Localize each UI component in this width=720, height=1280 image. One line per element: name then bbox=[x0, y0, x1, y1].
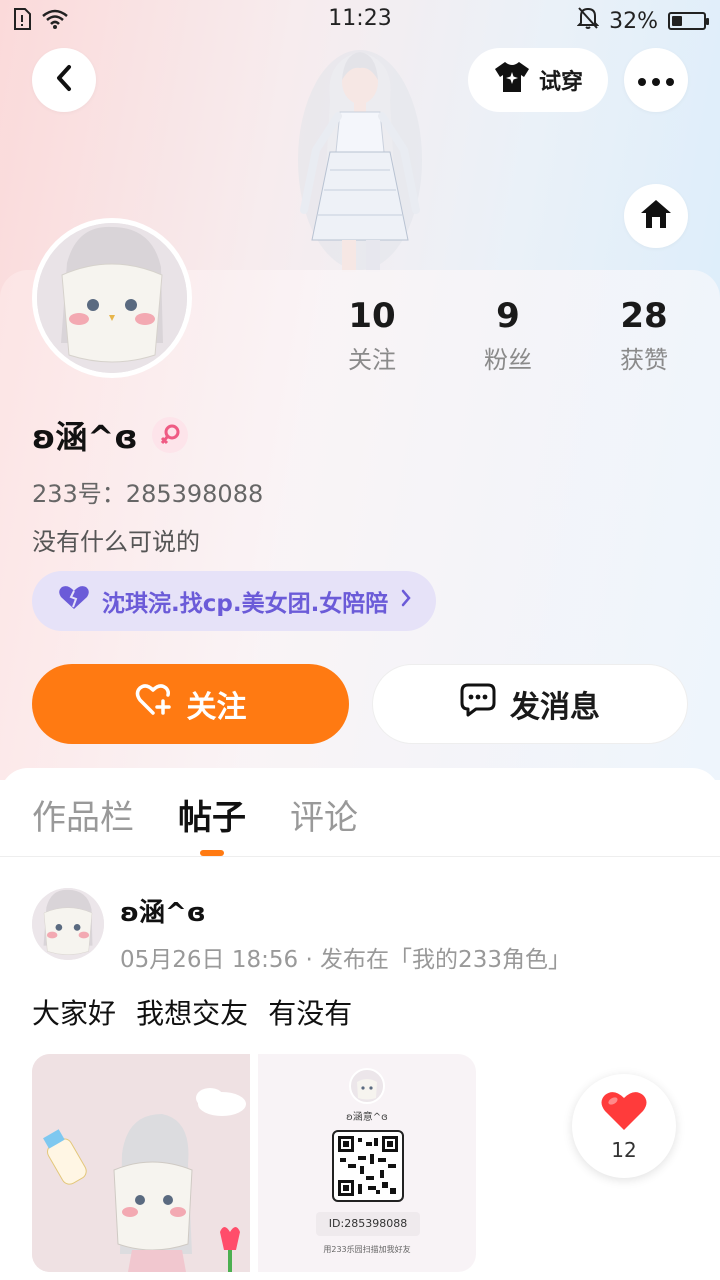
mute-bell-icon bbox=[576, 6, 600, 36]
qr-code bbox=[332, 1130, 404, 1202]
home-icon bbox=[639, 198, 673, 234]
profile-stats: 10 关注 9 粉丝 28 获赞 bbox=[304, 294, 712, 375]
post-image-character[interactable] bbox=[32, 1054, 250, 1272]
stat-label: 关注 bbox=[348, 346, 396, 374]
avatar-figure[interactable] bbox=[290, 40, 430, 272]
qr-card-id: ID:285398088 bbox=[316, 1212, 420, 1236]
heart-group-icon bbox=[58, 585, 90, 617]
chevron-left-icon bbox=[54, 64, 74, 96]
follow-label: 关注 bbox=[186, 690, 247, 725]
tab-bar: 作品栏 帖子 评论 bbox=[32, 790, 358, 856]
message-button[interactable]: 发消息 bbox=[372, 664, 688, 744]
user-bio: 没有什么可说的 bbox=[32, 528, 200, 556]
stat-value: 9 bbox=[496, 296, 520, 336]
user-name: ʚ涵^ɞ bbox=[32, 418, 138, 456]
try-on-label: 试穿 bbox=[538, 70, 583, 95]
like-count: 12 bbox=[611, 1138, 637, 1162]
post-author-avatar[interactable] bbox=[32, 888, 104, 960]
divider bbox=[0, 856, 720, 857]
qr-card-name: ʚ涵意^ɞ bbox=[346, 1112, 388, 1123]
try-on-button[interactable]: 试穿 bbox=[468, 48, 608, 112]
name-row: ʚ涵^ɞ bbox=[32, 412, 188, 458]
follow-button[interactable]: 关注 bbox=[32, 664, 349, 744]
message-label: 发消息 bbox=[510, 690, 600, 725]
qr-card-avatar bbox=[258, 1068, 476, 1104]
like-button[interactable]: 12 bbox=[572, 1074, 676, 1178]
chevron-right-icon bbox=[400, 588, 412, 614]
heart-icon bbox=[600, 1090, 648, 1136]
tab-label: 帖子 bbox=[178, 798, 246, 838]
stat-value: 28 bbox=[620, 296, 668, 336]
avatar[interactable] bbox=[32, 218, 192, 378]
battery-percent: 32% bbox=[609, 8, 658, 34]
more-dots-icon bbox=[638, 71, 674, 90]
post-text: 大家好 我想交友 有没有 bbox=[32, 997, 353, 1030]
tab-comments[interactable]: 评论 bbox=[290, 790, 358, 856]
battery-icon bbox=[668, 12, 709, 30]
home-button[interactable] bbox=[624, 184, 688, 248]
post-image-qr-card[interactable]: ʚ涵意^ɞ ID:285398088 用233乐园扫描加我好友 bbox=[250, 1054, 476, 1272]
chat-bubble-icon bbox=[460, 683, 496, 725]
status-bar: 11:23 32% bbox=[0, 0, 720, 40]
content-panel: 作品栏 帖子 评论 ʚ涵^ɞ 05月26日 18:56 · 发布在「我的233角… bbox=[0, 768, 720, 1280]
stat-following[interactable]: 10 关注 bbox=[304, 294, 440, 375]
qr-card-hint: 用233乐园扫描加我好友 bbox=[323, 1245, 411, 1254]
tab-label: 作品栏 bbox=[32, 798, 134, 838]
stat-followers[interactable]: 9 粉丝 bbox=[440, 294, 576, 375]
stat-label: 获赞 bbox=[620, 346, 668, 374]
post-images[interactable]: ʚ涵意^ɞ ID:285398088 用233乐园扫描加我好友 bbox=[32, 1054, 476, 1272]
heart-plus-icon bbox=[135, 683, 173, 725]
tshirt-icon bbox=[493, 60, 531, 100]
stat-label: 粉丝 bbox=[484, 346, 532, 374]
stat-value: 10 bbox=[348, 296, 396, 336]
tab-posts[interactable]: 帖子 bbox=[178, 790, 246, 856]
more-button[interactable] bbox=[624, 48, 688, 112]
user-id: 233号：285398088 bbox=[32, 480, 264, 508]
female-icon bbox=[151, 417, 188, 453]
post-meta: 05月26日 18:56 · 发布在「我的233角色」 bbox=[120, 947, 571, 973]
stat-likes[interactable]: 28 获赞 bbox=[576, 294, 712, 375]
tab-label: 评论 bbox=[290, 798, 358, 838]
group-label: 沈琪浣.找cp.美女团.女陪陪 bbox=[102, 591, 389, 617]
post-author-name[interactable]: ʚ涵^ɞ bbox=[120, 892, 206, 929]
back-button[interactable] bbox=[32, 48, 96, 112]
tab-works[interactable]: 作品栏 bbox=[32, 790, 134, 856]
group-link[interactable]: 沈琪浣.找cp.美女团.女陪陪 bbox=[32, 571, 437, 631]
